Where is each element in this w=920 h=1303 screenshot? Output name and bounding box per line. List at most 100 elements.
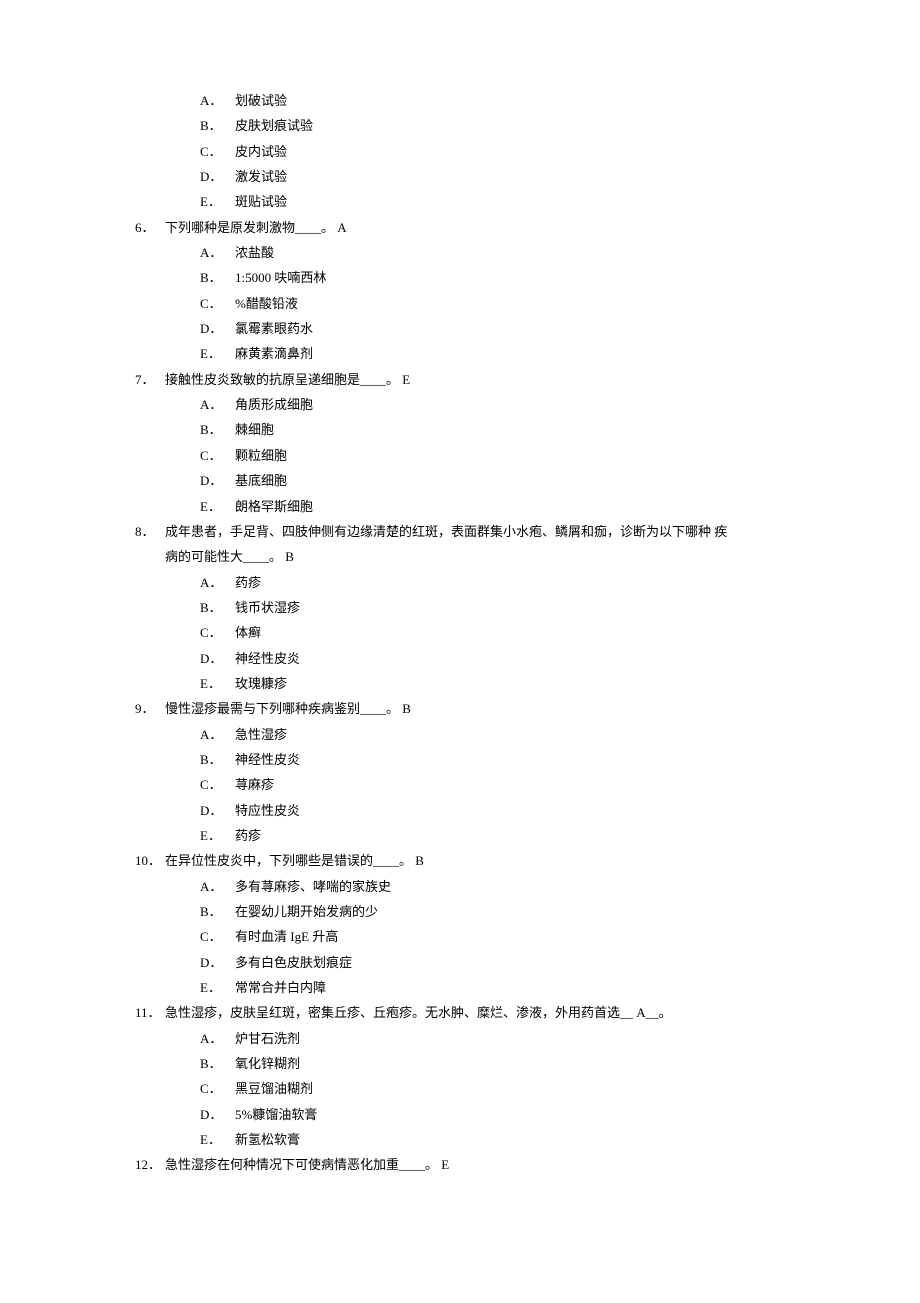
option-text: 在婴幼儿期开始发病的少 (235, 904, 378, 919)
option-row: C．荨麻疹 (200, 772, 785, 797)
option-row: B．在婴幼儿期开始发病的少 (200, 899, 785, 924)
question-stem: 急性湿疹，皮肤呈红斑，密集丘疹、丘疱疹。无水肿、糜烂、渗液，外用药首选__ A_… (165, 1005, 672, 1020)
option-row: A．角质形成细胞 (200, 392, 785, 417)
option-label: D． (200, 950, 235, 975)
option-text: 激发试验 (235, 169, 287, 184)
question-number: 10． (135, 848, 165, 873)
option-label: E． (200, 975, 235, 1000)
option-row: A．药疹 (200, 570, 785, 595)
option-row: C．体癣 (200, 620, 785, 645)
option-row: D．激发试验 (200, 164, 785, 189)
option-row: E．药疹 (200, 823, 785, 848)
option-label: C． (200, 443, 235, 468)
option-row: B．皮肤划痕试验 (200, 113, 785, 138)
option-text: %醋酸铅液 (235, 296, 298, 311)
question: 8．成年患者，手足背、四肢伸侧有边缘清楚的红斑，表面群集小水疱、鳞屑和痂，诊断为… (135, 519, 785, 544)
option-label: A． (200, 1026, 235, 1051)
option-row: E．麻黄素滴鼻剂 (200, 341, 785, 366)
question-stem: 在异位性皮炎中，下列哪些是错误的____。 B (165, 853, 424, 868)
document-body: A．划破试验B．皮肤划痕试验C．皮内试验D．激发试验E．斑贴试验6．下列哪种是原… (135, 88, 785, 1178)
option-text: 浓盐酸 (235, 245, 274, 260)
question-stem: 下列哪种是原发刺激物____。 A (165, 220, 347, 235)
option-text: 麻黄素滴鼻剂 (235, 346, 313, 361)
option-label: A． (200, 88, 235, 113)
option-label: C． (200, 1076, 235, 1101)
option-row: B．钱币状湿疹 (200, 595, 785, 620)
option-row: E．玫瑰糠疹 (200, 671, 785, 696)
option-text: 新氢松软膏 (235, 1132, 300, 1147)
option-text: 急性湿疹 (235, 727, 287, 742)
option-text: 多有白色皮肤划痕症 (235, 955, 352, 970)
option-text: 划破试验 (235, 93, 287, 108)
question-number: 8． (135, 519, 165, 544)
option-text: 药疹 (235, 575, 261, 590)
option-row: C．%醋酸铅液 (200, 291, 785, 316)
option-row: D．5%糠馏油软膏 (200, 1102, 785, 1127)
option-text: 多有荨麻疹、哮喘的家族史 (235, 879, 391, 894)
question: 11．急性湿疹，皮肤呈红斑，密集丘疹、丘疱疹。无水肿、糜烂、渗液，外用药首选__… (135, 1000, 785, 1025)
question: 7．接触性皮炎致敏的抗原呈递细胞是____。 E (135, 367, 785, 392)
option-label: B． (200, 265, 235, 290)
option-label: A． (200, 874, 235, 899)
option-row: C．有时血清 IgE 升高 (200, 924, 785, 949)
option-label: C． (200, 291, 235, 316)
option-label: C． (200, 620, 235, 645)
option-row: C．黑豆馏油糊剂 (200, 1076, 785, 1101)
question: 9．慢性湿疹最需与下列哪种疾病鉴别____。 B (135, 696, 785, 721)
question-stem: 急性湿疹在何种情况下可使病情恶化加重____。 E (165, 1157, 449, 1172)
question: 10．在异位性皮炎中，下列哪些是错误的____。 B (135, 848, 785, 873)
option-row: E．新氢松软膏 (200, 1127, 785, 1152)
question-number: 6． (135, 215, 165, 240)
option-label: C． (200, 139, 235, 164)
option-text: 黑豆馏油糊剂 (235, 1081, 313, 1096)
option-text: 氧化锌糊剂 (235, 1056, 300, 1071)
question-stem-continuation: 病的可能性大____。 B (165, 544, 785, 569)
option-row: D．基底细胞 (200, 468, 785, 493)
question-stem: 成年患者，手足背、四肢伸侧有边缘清楚的红斑，表面群集小水疱、鳞屑和痂，诊断为以下… (165, 524, 727, 539)
option-row: D．神经性皮炎 (200, 646, 785, 671)
option-text: 钱币状湿疹 (235, 600, 300, 615)
option-text: 5%糠馏油软膏 (235, 1107, 317, 1122)
option-text: 1:5000 呋喃西林 (235, 270, 326, 285)
option-text: 颗粒细胞 (235, 448, 287, 463)
option-text: 神经性皮炎 (235, 752, 300, 767)
question: 6．下列哪种是原发刺激物____。 A (135, 215, 785, 240)
option-text: 特应性皮炎 (235, 803, 300, 818)
question: 12．急性湿疹在何种情况下可使病情恶化加重____。 E (135, 1152, 785, 1177)
option-row: B．氧化锌糊剂 (200, 1051, 785, 1076)
question-number: 11． (135, 1000, 165, 1025)
option-row: D．氯霉素眼药水 (200, 316, 785, 341)
option-text: 炉甘石洗剂 (235, 1031, 300, 1046)
option-label: D． (200, 798, 235, 823)
question-stem: 慢性湿疹最需与下列哪种疾病鉴别____。 B (165, 701, 411, 716)
option-label: D． (200, 316, 235, 341)
option-label: A． (200, 392, 235, 417)
option-row: A．炉甘石洗剂 (200, 1026, 785, 1051)
option-row: D．多有白色皮肤划痕症 (200, 950, 785, 975)
option-text: 棘细胞 (235, 422, 274, 437)
option-row: C．颗粒细胞 (200, 443, 785, 468)
option-text: 荨麻疹 (235, 777, 274, 792)
option-label: E． (200, 823, 235, 848)
option-row: E．常常合并白内障 (200, 975, 785, 1000)
option-label: D． (200, 164, 235, 189)
option-label: E． (200, 671, 235, 696)
option-label: A． (200, 722, 235, 747)
option-row: A．划破试验 (200, 88, 785, 113)
option-row: A．多有荨麻疹、哮喘的家族史 (200, 874, 785, 899)
option-row: E．斑贴试验 (200, 189, 785, 214)
option-text: 朗格罕斯细胞 (235, 499, 313, 514)
question-stem: 接触性皮炎致敏的抗原呈递细胞是____。 E (165, 372, 410, 387)
option-label: B． (200, 113, 235, 138)
option-label: A． (200, 240, 235, 265)
option-row: B．1:5000 呋喃西林 (200, 265, 785, 290)
option-text: 角质形成细胞 (235, 397, 313, 412)
question-number: 9． (135, 696, 165, 721)
option-text: 常常合并白内障 (235, 980, 326, 995)
option-label: E． (200, 341, 235, 366)
question-number: 12． (135, 1152, 165, 1177)
option-row: A．浓盐酸 (200, 240, 785, 265)
option-text: 皮肤划痕试验 (235, 118, 313, 133)
option-label: C． (200, 924, 235, 949)
option-row: B．棘细胞 (200, 417, 785, 442)
